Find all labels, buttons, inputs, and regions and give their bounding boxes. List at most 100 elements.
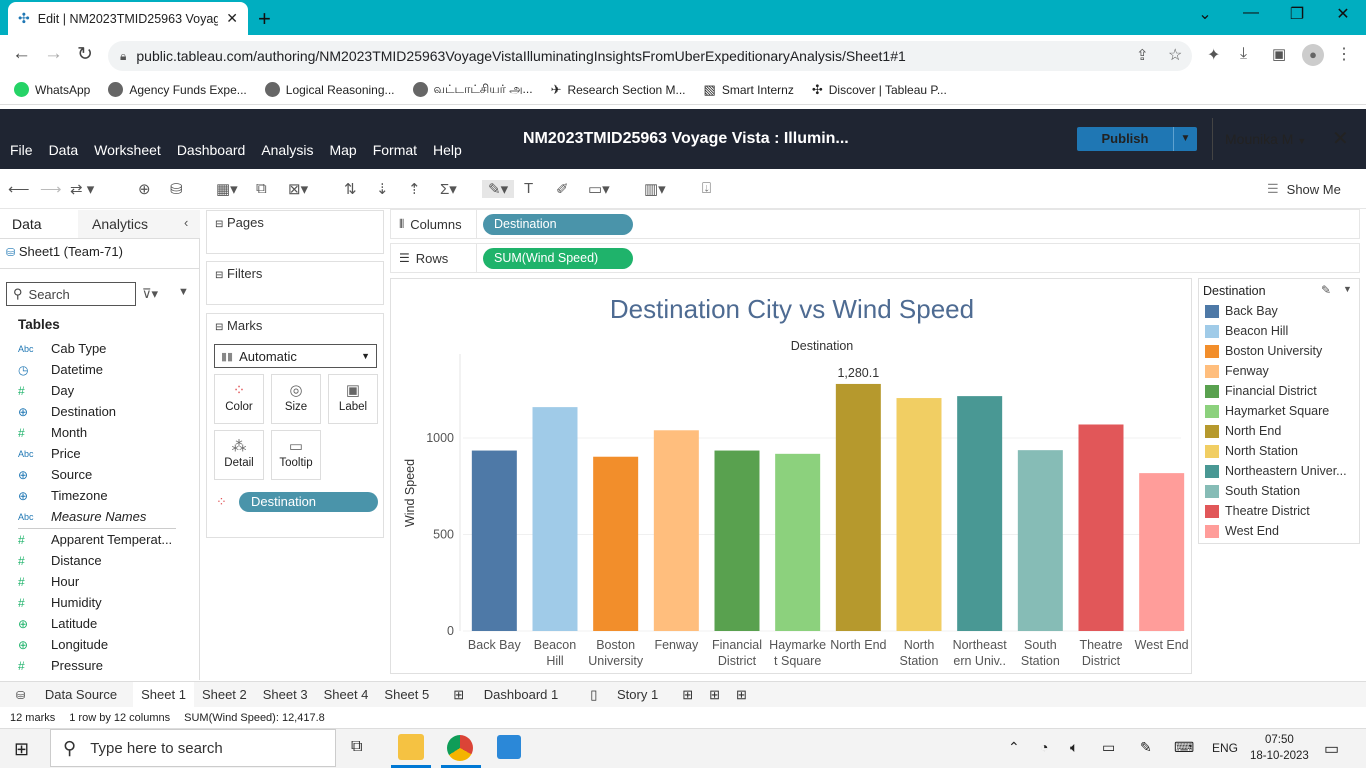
show-labels-icon[interactable]: T (524, 180, 533, 197)
download-viz-icon[interactable]: ⍗ (702, 180, 711, 197)
tab-data-source[interactable]: ⛁ Data Source (0, 682, 133, 708)
legend-item[interactable]: Back Bay (1205, 303, 1278, 319)
field-item[interactable]: ⊕ Latitude (18, 613, 178, 634)
menu-data[interactable]: Data (49, 142, 79, 158)
color-destination-pill[interactable]: Destination (239, 492, 378, 512)
bookmark-whatsapp[interactable]: WhatsApp (14, 82, 90, 97)
menu-format[interactable]: Format (373, 142, 417, 158)
mark-type-select[interactable]: ▮▮ Automatic ▼ (214, 344, 377, 368)
minimize-button[interactable]: — (1228, 4, 1274, 22)
field-item[interactable]: Abc Measure Names (18, 506, 178, 527)
clear-sheet-icon[interactable]: ⊠▾ (288, 180, 308, 198)
publish-label[interactable]: Publish (1077, 127, 1173, 151)
legend-item[interactable]: Haymarket Square (1205, 403, 1329, 419)
menu-file[interactable]: File (10, 142, 33, 158)
pause-updates-icon[interactable]: ⛁ (170, 180, 183, 198)
bookmark-star-icon[interactable]: ☆ (1168, 45, 1182, 65)
task-view-icon[interactable]: ⧉ (351, 738, 362, 756)
tray-chevron-up-icon[interactable]: ⌃ (1008, 739, 1020, 756)
volume-icon[interactable]: 🔈︎ (1070, 739, 1078, 756)
field-item[interactable]: ⊕ Timezone (18, 485, 178, 506)
chrome-icon[interactable] (447, 735, 473, 761)
totals-icon[interactable]: Σ▾ (440, 180, 457, 198)
menu-worksheet[interactable]: Worksheet (94, 142, 161, 158)
forward-icon[interactable]: → (44, 43, 63, 65)
field-item[interactable]: # Distance (18, 550, 178, 571)
fit-icon[interactable]: ▭▾ (588, 180, 610, 198)
file-explorer-icon[interactable] (398, 734, 424, 760)
rows-shelf[interactable]: ☰ Rows SUM(Wind Speed) (390, 243, 1360, 273)
tab-sheet-5[interactable]: Sheet 5 (376, 682, 437, 708)
field-search-input[interactable]: ⚲ Search (6, 282, 136, 306)
legend-item[interactable]: Beacon Hill (1205, 323, 1288, 339)
reload-icon[interactable]: ↻ (77, 43, 93, 66)
wifi-icon[interactable]: ◔ (1040, 739, 1048, 755)
tab-sheet-2[interactable]: Sheet 2 (194, 682, 255, 708)
window-close-button[interactable]: ✕ (1320, 4, 1366, 24)
chevron-down-icon[interactable]: ▼ (178, 286, 189, 298)
menu-map[interactable]: Map (329, 142, 356, 158)
close-editor-icon[interactable]: ✕ (1332, 126, 1349, 151)
collapse-icon[interactable]: ⊟ (215, 219, 223, 230)
windows-start-icon[interactable]: ⊞ (14, 739, 29, 760)
new-dashboard-icon[interactable]: ⊞ (701, 682, 728, 708)
user-menu[interactable]: Mounika M ▼ (1225, 131, 1306, 147)
field-item[interactable]: ⊕ Longitude (18, 634, 178, 655)
notifications-icon[interactable]: ▭ (1324, 739, 1339, 759)
filters-card[interactable]: ⊟ Filters (206, 261, 384, 305)
tab-story-1[interactable]: ▯ Story 1 (574, 682, 674, 708)
redo-icon[interactable]: ⟶ (40, 180, 62, 198)
field-item[interactable]: Abc Price (18, 443, 178, 464)
chevron-down-icon[interactable]: ▼ (1173, 127, 1197, 151)
language-indicator[interactable]: ENG (1212, 741, 1238, 755)
tab-sheet-4[interactable]: Sheet 4 (316, 682, 377, 708)
format-icon[interactable]: ✐ (556, 180, 569, 198)
legend-item[interactable]: Boston University (1205, 343, 1322, 359)
publish-button[interactable]: Publish ▼ (1077, 127, 1197, 151)
collapse-icon[interactable]: ⊟ (215, 270, 223, 281)
pages-card[interactable]: ⊟ Pages (206, 210, 384, 254)
legend-item[interactable]: West End (1205, 523, 1279, 539)
tab-sheet-1[interactable]: Sheet 1 (133, 681, 194, 708)
legend-item[interactable]: Financial District (1205, 383, 1317, 399)
legend-item[interactable]: Northeastern Univer... (1205, 463, 1347, 479)
field-item[interactable]: ⊕ Destination (18, 401, 178, 422)
legend-item[interactable]: Theatre District (1205, 503, 1310, 519)
pen-icon[interactable]: ✎ (1140, 739, 1152, 756)
bookmark-tamil[interactable]: வட்டாட்சியர் அ... (412, 82, 533, 98)
bookmark-discover-tableau[interactable]: ✣ Discover | Tableau P... (812, 82, 947, 98)
undo-icon[interactable]: ⟵ (8, 180, 30, 198)
tab-analytics[interactable]: Analytics (78, 210, 200, 238)
label-button[interactable]: ▣ Label (328, 374, 378, 424)
filter-icon[interactable]: ⊽▾ (142, 286, 158, 302)
field-item[interactable]: # Day (18, 380, 178, 401)
field-item[interactable]: # Month (18, 422, 178, 443)
new-story-icon[interactable]: ⊞ (728, 682, 755, 708)
field-item[interactable]: # Humidity (18, 592, 178, 613)
extensions-icon[interactable]: ✦ (1207, 45, 1220, 65)
legend-item[interactable]: North End (1205, 423, 1281, 439)
clock[interactable]: 07:50 18-10-2023 (1250, 732, 1309, 764)
menu-analysis[interactable]: Analysis (261, 142, 313, 158)
tab-sheet-3[interactable]: Sheet 3 (255, 682, 316, 708)
tab-dashboard-1[interactable]: ⊞ Dashboard 1 (437, 682, 574, 708)
keyboard-icon[interactable]: ⌨ (1174, 739, 1194, 756)
photos-icon[interactable] (497, 735, 521, 759)
show-me-button[interactable]: ☰ Show Me (1267, 181, 1341, 197)
tab-search-icon[interactable]: ⌄ (1182, 4, 1228, 24)
menu-help[interactable]: Help (433, 142, 462, 158)
datasource-name[interactable]: ⛁ Sheet1 (Team-71) (6, 244, 123, 259)
new-sheet-icon[interactable]: ▦▾ (216, 180, 238, 198)
new-tab-button[interactable]: + (258, 6, 271, 32)
highlight-icon[interactable]: ✎▾ (482, 180, 515, 198)
detail-button[interactable]: ⁂ Detail (214, 430, 264, 480)
duplicate-sheet-icon[interactable]: ⧉ (256, 180, 267, 197)
bookmark-research-section[interactable]: ✈ Research Section M... (551, 82, 686, 98)
legend-menu-icon[interactable]: ▼ (1343, 284, 1352, 294)
battery-icon[interactable]: ▭ (1102, 739, 1115, 756)
field-item[interactable]: # Apparent Temperat... (18, 529, 178, 550)
collapse-icon[interactable]: ⊟ (215, 322, 223, 333)
viz-area[interactable]: Destination City vs Wind Speed Destinatio… (390, 278, 1192, 674)
size-button[interactable]: ◎ Size (271, 374, 321, 424)
bookmark-agency-funds[interactable]: Agency Funds Expe... (108, 82, 247, 97)
